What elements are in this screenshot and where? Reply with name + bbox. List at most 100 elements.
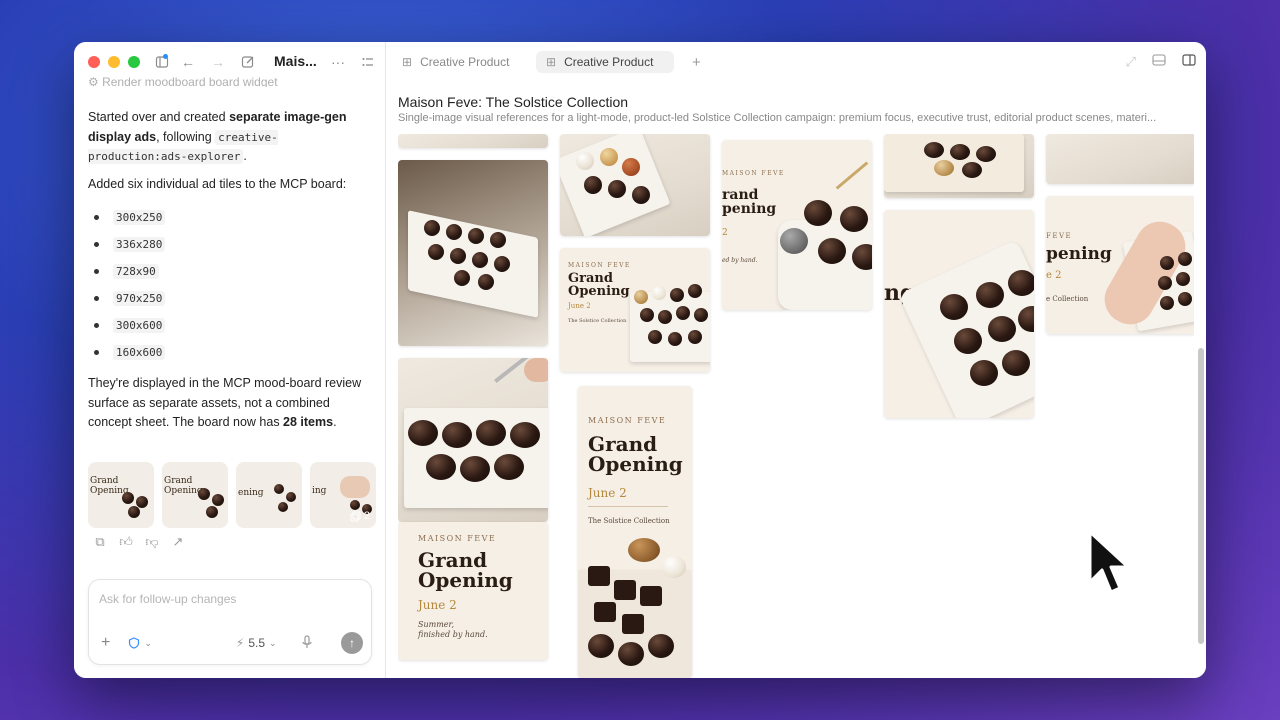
list-item: 970x250 <box>94 285 166 312</box>
size-code: 970x250 <box>113 291 166 306</box>
ad-size-list: 300x250 336x280 728x90 970x250 300x600 1… <box>94 204 166 366</box>
ad-tile-336x280[interactable]: MAISON FEVE Grand Opening June 2 The Sol… <box>560 248 710 372</box>
thumbs-up-icon[interactable]: 👍︎ <box>118 534 134 550</box>
pane-controls: ⤢ <box>1126 54 1196 70</box>
truffle-square <box>622 614 644 634</box>
ad-collection: The Solstice Collection <box>568 318 627 324</box>
size-code: 300x600 <box>113 318 166 333</box>
moodboard-pane: ⊞ Creative Product ⊞ Creative Product + … <box>386 42 1206 678</box>
list-item: 160x600 <box>94 339 166 366</box>
bullet <box>94 323 99 328</box>
list-item: 300x250 <box>94 204 166 231</box>
size-code: 300x250 <box>113 210 166 225</box>
forward-arrow-icon[interactable]: → <box>208 52 228 72</box>
chat-title[interactable]: Mais... <box>274 53 317 69</box>
assistant-message-p3: They're displayed in the MCP mood-board … <box>88 374 372 433</box>
ad-headline-partial: pening <box>1046 244 1112 264</box>
more-options-icon[interactable]: ··· <box>328 52 348 72</box>
image-tile[interactable] <box>560 134 710 236</box>
badge-count: 2 <box>363 510 370 522</box>
ad-thumbnail[interactable]: ing 2 <box>310 462 376 528</box>
bullet <box>94 269 99 274</box>
grid-icon: ⊞ <box>546 55 557 69</box>
app-window: ← → Mais... ··· ⚙ Render moodboard board… <box>74 42 1206 678</box>
assistant-message-p2: Added six individual ad tiles to the MCP… <box>88 177 347 191</box>
panel-bottom-icon[interactable] <box>1152 54 1166 70</box>
sidebar-toggle-icon[interactable] <box>152 52 172 72</box>
board-title: Maison Feve: The Solstice Collection <box>398 94 629 110</box>
image-tile[interactable] <box>398 358 548 522</box>
image-tile[interactable] <box>398 134 548 148</box>
permissions-selector[interactable]: ⌄ <box>128 637 152 649</box>
ad-tile-970x250[interactable]: ng <box>884 210 1034 418</box>
traffic-lights <box>88 56 140 68</box>
composer: + ⌄ ⚡︎ 5.5 ⌄ ↑ <box>88 579 372 665</box>
ad-thumbnail[interactable]: Grand Opening <box>88 462 154 528</box>
thumbs-down-icon[interactable]: 👎︎ <box>144 534 160 550</box>
bullet <box>94 350 99 355</box>
ad-collection: The Solstice Collection <box>588 517 670 525</box>
model-selector[interactable]: ⚡︎ 5.5 ⌄ <box>236 636 277 650</box>
thumb-headline: ening <box>238 488 264 498</box>
ad-brand: MAISON FEVE <box>588 416 667 425</box>
board-subtitle: Single-image visual references for a lig… <box>398 112 1157 124</box>
zoom-window-button[interactable] <box>128 56 140 68</box>
tool-call-label: Render moodboard board widget <box>102 75 278 87</box>
divider <box>588 506 668 507</box>
msg-text: Started over and created <box>88 110 230 124</box>
tab-creative-product-2[interactable]: ⊞ Creative Product <box>536 51 674 73</box>
microphone-icon[interactable] <box>301 634 313 652</box>
copy-icon[interactable]: ⧉ <box>92 534 108 550</box>
ad-thumbnail[interactable]: Grand Opening <box>162 462 228 528</box>
send-button[interactable]: ↑ <box>341 632 363 654</box>
ad-brand-partial: FEVE <box>1046 232 1073 240</box>
back-arrow-icon[interactable]: ← <box>178 52 198 72</box>
list-view-icon[interactable] <box>358 52 378 72</box>
bullet <box>94 296 99 301</box>
add-icon[interactable]: + <box>101 634 110 652</box>
images-icon <box>350 511 361 521</box>
size-code: 728x90 <box>113 264 159 279</box>
board-scrollbar[interactable] <box>1198 348 1204 644</box>
tool-call-line: ⚙ Render moodboard board widget <box>88 75 278 87</box>
notification-dot <box>163 54 168 59</box>
image-tile[interactable] <box>1046 134 1194 184</box>
model-icon: ⚡︎ <box>235 636 245 650</box>
image-tile[interactable] <box>884 134 1034 198</box>
ad-tagline-partial: ed by hand. <box>722 257 758 264</box>
expand-icon[interactable]: ⤢ <box>1126 54 1136 70</box>
message-actions: ⧉ 👍︎ 👎︎ ↗ <box>92 534 186 550</box>
image-tile[interactable] <box>398 160 548 346</box>
share-icon[interactable]: ↗ <box>170 534 186 550</box>
bullet <box>94 242 99 247</box>
tab-creative-product-1[interactable]: ⊞ Creative Product <box>392 51 524 73</box>
chat-pane: ← → Mais... ··· ⚙ Render moodboard board… <box>74 42 386 678</box>
tool-icon: ⚙ <box>88 75 103 87</box>
close-window-button[interactable] <box>88 56 100 68</box>
minimize-window-button[interactable] <box>108 56 120 68</box>
ad-date: June 2 <box>418 598 457 612</box>
ad-tile-728x90[interactable]: MAISON FEVE rand pening 2 ed by hand. <box>722 140 872 310</box>
panel-right-icon[interactable] <box>1182 54 1196 70</box>
msg-text: . <box>243 149 247 163</box>
ad-collection-partial: e Collection <box>1046 295 1089 303</box>
new-tab-button[interactable]: + <box>682 51 711 73</box>
size-code: 336x280 <box>113 237 166 252</box>
ad-tile-300x600[interactable]: FEVE pening e 2 e Collection <box>1046 196 1194 334</box>
ad-thumbnail[interactable]: ening <box>236 462 302 528</box>
size-code: 160x600 <box>113 345 166 360</box>
bullet <box>94 215 99 220</box>
more-images-badge: 2 <box>350 510 370 522</box>
followup-input[interactable] <box>99 592 359 606</box>
assistant-message-p1: Started over and created separate image-… <box>88 108 372 167</box>
tab-label: Creative Product <box>564 55 654 69</box>
ad-tile-300x250[interactable]: MAISON FEVE Grand Opening June 2 Summer,… <box>398 522 548 660</box>
ad-tile-160x600[interactable]: MAISON FEVE Grand Opening June 2 The Sol… <box>578 386 692 678</box>
tweezers <box>835 161 869 190</box>
list-item: 300x600 <box>94 312 166 339</box>
new-chat-icon[interactable] <box>238 52 258 72</box>
shield-icon <box>129 637 140 649</box>
msg-bold: 28 items <box>283 415 334 429</box>
ad-brand: MAISON FEVE <box>722 170 785 177</box>
ad-headline: Grand Opening <box>418 548 513 593</box>
